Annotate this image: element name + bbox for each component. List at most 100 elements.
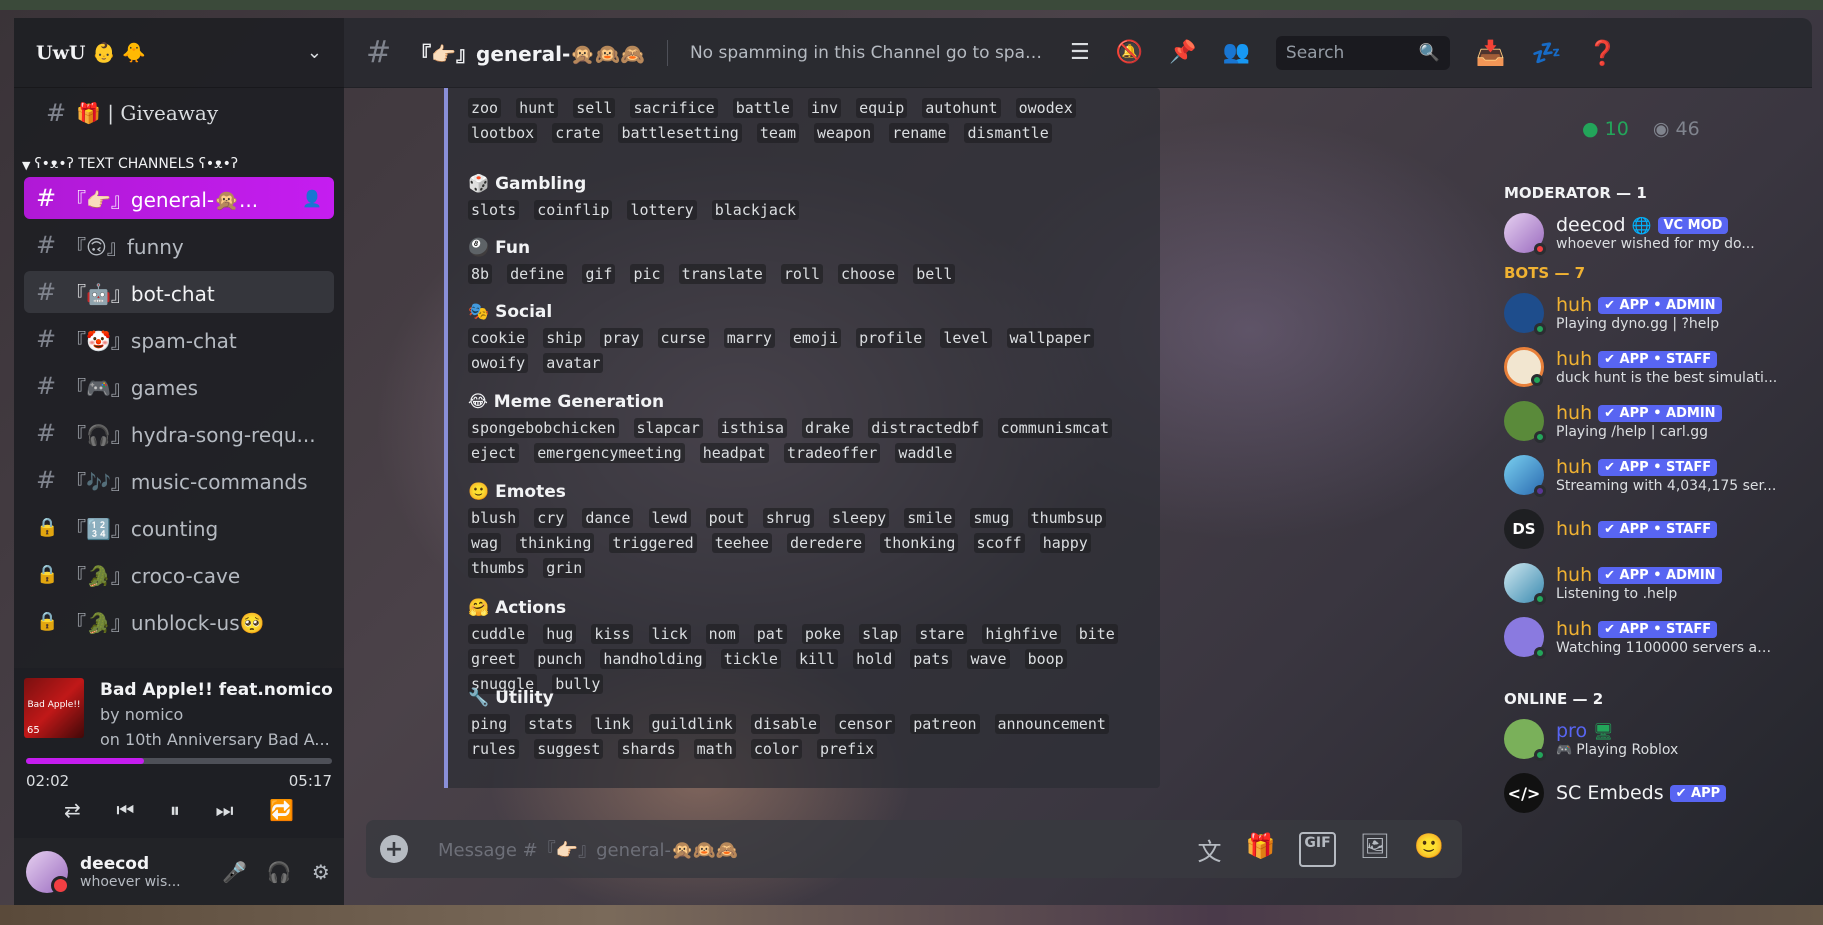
member-list-icon[interactable]: 👥 [1223, 40, 1250, 65]
monitor-icon: 🖥 [1593, 721, 1614, 741]
bot-embed-message: zoo hunt sell sacrifice battle inv equip… [444, 88, 1160, 788]
desktop-top-strip [0, 0, 1823, 10]
pin-icon[interactable]: 📌 [1169, 40, 1196, 65]
channel-giveaway[interactable]: # 🎁 | Giveaway [24, 88, 334, 138]
category-text-channels[interactable]: ▼ ʕ•ᴥ•ʔ TEXT CHANNELS ʕ•ᴥ•ʔ [14, 138, 344, 172]
command-chip: bell [913, 264, 956, 284]
server-name: UwU 👶 🐥 [36, 42, 147, 64]
command-chip: lewd [648, 508, 691, 528]
channel-general[interactable]: # 『👉🏻』general-🙊... 👤 [24, 177, 334, 219]
section-title: 🎭 Social [468, 302, 553, 322]
threads-icon[interactable]: ☰ [1070, 40, 1090, 65]
microphone-muted-icon[interactable]: 🎤 [222, 860, 247, 884]
member-bot[interactable]: huh ✔ APP • ADMIN Playing dyno.gg | ?help [1504, 286, 1804, 340]
member-bot[interactable]: huh ✔ APP • ADMIN Playing /help | carl.gg [1504, 394, 1804, 448]
translate-icon[interactable]: 文 [1197, 832, 1221, 867]
member-moderator[interactable]: deecod 🌐 VC MOD whoever wished for my do… [1504, 206, 1804, 260]
app-tag: ✔ APP • STAFF [1598, 620, 1718, 638]
album-art[interactable]: Bad Apple!! 65 [24, 678, 84, 738]
channel-croco-cave[interactable]: 🔒 『🐊』croco-cave [24, 553, 334, 595]
message-input[interactable]: Message #『👉🏻』general-🙊🙉🙈 [438, 836, 1197, 862]
member-bot[interactable]: huh ✔ APP • STAFF Watching 1100000 server… [1504, 610, 1804, 664]
track-album[interactable]: on 10th Anniversary Bad A... [100, 730, 340, 749]
chevron-down-icon: ▼ [22, 159, 31, 172]
avatar[interactable] [26, 850, 70, 895]
track-title[interactable]: Bad Apple!! feat.nomico [100, 680, 333, 700]
member-name: SC Embeds [1556, 782, 1664, 804]
member-count: ● 10 ◉ 46 [1582, 118, 1700, 140]
command-chip: distractedbf [868, 418, 983, 438]
channel-name: 『🎶』music-commands [66, 469, 308, 494]
desktop-taskbar-strip [0, 905, 1823, 925]
message-composer[interactable]: + Message #『👉🏻』general-🙊🙉🙈 文 🎁 GIF 🖼 🙂 [366, 820, 1462, 878]
command-chip: wallpaper [1006, 328, 1094, 348]
channel-spam-chat[interactable]: # 『🤡』spam-chat [24, 318, 334, 360]
add-attachment-icon[interactable]: + [380, 835, 408, 863]
notification-muted-icon[interactable]: 🔕 [1116, 40, 1143, 65]
repeat-icon[interactable]: 🔁 [269, 798, 294, 822]
command-chip: dismantle [964, 123, 1052, 143]
role-tag: VC MOD [1657, 216, 1729, 234]
sleep-icon[interactable]: 💤 [1532, 39, 1562, 67]
embed-section-actions: 🤗 Actions cuddle hug kiss lick nom pat p… [468, 598, 1148, 697]
member-bot[interactable]: huh ✔ APP • ADMIN Listening to .help [1504, 556, 1804, 610]
track-artist[interactable]: by nomico [100, 705, 183, 724]
chevron-down-icon[interactable]: ⌄ [307, 42, 322, 63]
sticker-icon[interactable]: 🖼 [1360, 832, 1390, 867]
user-info[interactable]: deecod whoever wis... [80, 854, 200, 890]
command-chip: tickle [720, 649, 781, 669]
member-bot[interactable]: huh ✔ APP • STAFF Streaming with 4,034,17… [1504, 448, 1804, 502]
gift-icon[interactable]: 🎁 [1245, 832, 1275, 867]
emoji-icon[interactable]: 🙂 [1414, 832, 1444, 867]
search-input[interactable]: Search 🔍 [1275, 35, 1450, 70]
command-chip: poke [801, 624, 845, 644]
track-progress-bar[interactable] [26, 758, 332, 764]
channel-music-commands[interactable]: # 『🎶』music-commands [24, 459, 334, 501]
command-chip: prefix [817, 739, 878, 759]
command-chip: pat [753, 624, 787, 644]
command-list: zoo hunt sell sacrifice battle inv equip… [468, 96, 1148, 146]
inbox-icon[interactable]: 📥 [1476, 39, 1506, 67]
channel-bot-chat[interactable]: # 『🤖』bot-chat [24, 271, 334, 313]
command-chip: kiss [591, 624, 634, 644]
command-chip: link [591, 714, 634, 734]
channel-unblock-us[interactable]: 🔒 『🐊』unblock-us🥺 [24, 600, 334, 642]
command-chip: marry [723, 328, 775, 348]
member-status: Playing /help | carl.gg [1556, 424, 1709, 440]
section-title: 🙂 Emotes [468, 482, 566, 502]
member-online[interactable]: </> SC Embeds ✔ APP [1504, 766, 1804, 820]
command-chip: drake [802, 418, 854, 438]
member-bot[interactable]: huh ✔ APP • STAFF duck hunt is the best s… [1504, 340, 1804, 394]
gear-icon[interactable]: ⚙ [312, 860, 330, 884]
channel-counting[interactable]: 🔒 『🔢』counting [24, 506, 334, 548]
gif-icon[interactable]: GIF [1299, 831, 1336, 867]
shuffle-icon[interactable]: ⇄ [64, 798, 81, 822]
command-chip: battle [732, 98, 793, 118]
help-icon[interactable]: ❓ [1588, 39, 1618, 67]
command-chip: cry [534, 508, 568, 528]
app-tag: ✔ APP • STAFF [1598, 520, 1718, 538]
next-track-icon[interactable]: ⏭ [216, 798, 234, 822]
section-title: 🤗 Actions [468, 598, 567, 618]
command-chip: cuddle [468, 624, 529, 644]
channel-topic[interactable]: No spamming in this Channel go to spam .… [690, 43, 1050, 63]
channel-funny[interactable]: # 『🙃』funny [24, 224, 334, 266]
embed-section-meme: 😂 Meme Generation spongebobchicken slapc… [468, 392, 1148, 466]
globe-icon: 🌐 [1631, 215, 1652, 235]
channel-hydra-song-requests[interactable]: # 『🎧』hydra-song-requ... [24, 412, 334, 454]
member-online[interactable]: pro 🖥 🎮 Playing Roblox [1504, 712, 1804, 766]
add-member-icon[interactable]: 👤 [302, 189, 322, 208]
channel-games[interactable]: # 『🎮』games [24, 365, 334, 407]
command-chip: owodex [1015, 98, 1076, 118]
lock-icon: 🔒 [36, 563, 59, 585]
member-status: Watching 1100000 servers an... [1556, 640, 1778, 656]
member-bot[interactable]: DS huh ✔ APP • STAFF [1504, 502, 1804, 556]
pause-icon[interactable]: ⏸ [170, 798, 180, 822]
section-title: 🎱 Fun [468, 238, 531, 258]
previous-track-icon[interactable]: ⏮ [116, 798, 134, 822]
discord-window: UwU 👶 🐥 ⌄ # 🎁 | Giveaway ▼ ʕ•ᴥ•ʔ TEXT CH… [0, 18, 1812, 905]
server-header[interactable]: UwU 👶 🐥 ⌄ [14, 18, 344, 88]
section-title: 😂 Meme Generation [468, 392, 665, 412]
member-status: Playing Roblox [1576, 742, 1679, 758]
headphones-icon[interactable]: 🎧 [267, 860, 292, 884]
